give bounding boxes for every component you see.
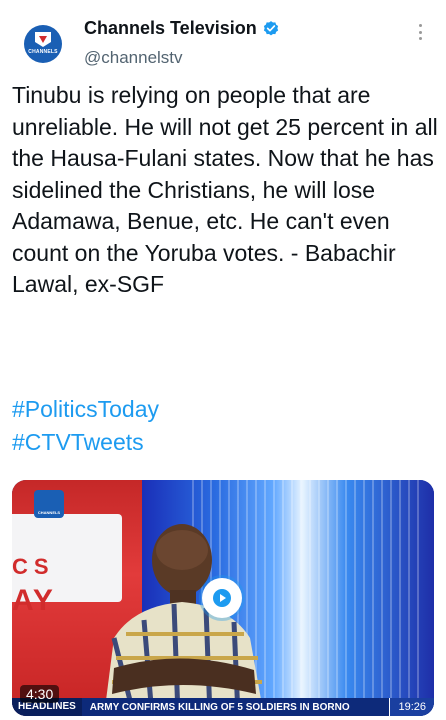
verified-badge-icon [263,20,278,35]
more-dot [418,30,422,34]
channels-logo-icon [35,32,51,47]
more-dot [418,37,422,40]
news-ticker: HEADLINES ARMY CONFIRMS KILLING OF 5 SOL… [12,698,434,716]
hashtag-link[interactable]: #PoliticsToday [12,396,159,423]
video-duration: 4:30 [20,685,60,703]
ticker-clock: 19:26 [389,698,434,716]
tweet-header: CHANNELS Channels Television @channelstv [0,0,446,78]
more-options-icon[interactable] [410,22,430,42]
guest-figure [104,524,264,716]
channel-logo-label: CHANNELS [37,510,61,515]
play-icon [213,589,231,607]
display-name[interactable]: Channels Television [84,18,257,39]
tweet-text: Tinubu is relying on people that are unr… [12,82,445,297]
hashtag-link[interactable]: #CTVTweets [12,429,144,456]
ticker-headline: ARMY CONFIRMS KILLING OF 5 SOLDIERS IN B… [89,701,350,713]
avatar[interactable]: CHANNELS [24,25,62,63]
name-row: Channels Television [84,18,280,39]
user-handle[interactable]: @channelstv [84,48,183,68]
studio-sign-word: CS [12,554,55,579]
studio-sign-word: AY [12,584,55,617]
avatar-label: CHANNELS [28,49,58,55]
play-button[interactable] [202,578,242,618]
more-dot [418,24,422,27]
video-player[interactable]: CS AY CHANNELS HEADLINES ARMY CONFIRMS K… [12,480,434,716]
